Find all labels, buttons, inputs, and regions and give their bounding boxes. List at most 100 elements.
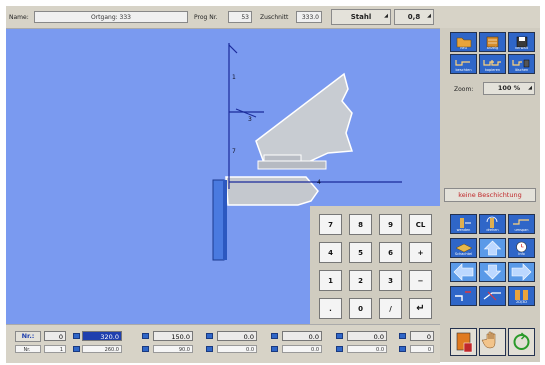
- thickness-value: 0,8: [407, 13, 421, 21]
- report-icon: [456, 332, 473, 353]
- copy-button[interactable]: kopieren: [479, 54, 506, 74]
- show-button[interactable]: anzeig: [479, 32, 506, 52]
- dimension-tick: [228, 44, 238, 54]
- bottom-values-bar: Nr.: 0 Nr. 1 320.0 260.0 150.0 90.0 0.0 …: [6, 324, 440, 363]
- right-button[interactable]: [508, 262, 535, 282]
- box-button[interactable]: Schachtel: [450, 238, 477, 258]
- value-2-sub: 90.0: [153, 345, 193, 353]
- arrow-left-icon: [453, 263, 474, 281]
- box-button-label: Schachtel: [454, 252, 473, 256]
- app-window: Name: Ortgang: 333 Prog Nr. 53 Zuschnitt…: [6, 6, 540, 363]
- dropdown-corner-icon: ◢: [384, 13, 388, 19]
- zoom-select[interactable]: 100 % ◢: [483, 82, 535, 95]
- param-icon: [206, 333, 213, 339]
- cycle-icon: [513, 332, 530, 350]
- arrow-down-icon: [483, 264, 502, 280]
- coating-button[interactable]: keine Beschichtung: [444, 188, 536, 202]
- value-3-field[interactable]: 0.0: [217, 331, 257, 341]
- numeric-keypad: 7 8 9 CL 4 5 6 + 1 2 3 − . 0 / ↵: [310, 206, 440, 330]
- copy-button-label: kopieren: [484, 68, 501, 72]
- key-plus[interactable]: +: [409, 242, 432, 263]
- nr2-field[interactable]: 1: [44, 345, 66, 353]
- dim-label-4: 4: [317, 179, 321, 186]
- profile-flange: [257, 160, 327, 170]
- profile-base: [225, 176, 319, 206]
- new-button-label: neu: [460, 46, 467, 50]
- profile-edit-button[interactable]: beschten: [450, 54, 477, 74]
- value-4-field[interactable]: 0.0: [282, 331, 322, 341]
- manage-button[interactable]: verwalt: [508, 32, 535, 52]
- key-enter[interactable]: ↵: [409, 298, 432, 319]
- key-clear[interactable]: CL: [409, 214, 432, 235]
- nr-button[interactable]: Nr.:: [15, 331, 41, 342]
- param-icon: [399, 346, 406, 352]
- key-3[interactable]: 3: [379, 270, 402, 291]
- thickness-select[interactable]: 0,8 ◢: [394, 9, 434, 25]
- hand-stop-icon: [481, 331, 496, 349]
- dim-label-7: 7: [232, 148, 236, 155]
- key-6[interactable]: 6: [379, 242, 402, 263]
- dropdown-corner-icon: ◢: [528, 85, 532, 91]
- value-1-field[interactable]: 320.0: [82, 331, 122, 341]
- report-button[interactable]: [450, 328, 477, 356]
- zuschnitt-label: Zuschnitt: [260, 14, 289, 21]
- key-2[interactable]: 2: [349, 270, 372, 291]
- zuschnitt-field[interactable]: 333.0: [296, 11, 322, 23]
- rotate-button-label: drehen: [486, 228, 499, 232]
- left-button[interactable]: [450, 262, 477, 282]
- value-5-field[interactable]: 0.0: [347, 331, 387, 341]
- key-7[interactable]: 7: [319, 214, 342, 235]
- reclamp-button[interactable]: umspan: [508, 214, 535, 234]
- delete-button[interactable]: löschen: [508, 54, 535, 74]
- material-select[interactable]: Stahl ◢: [331, 9, 391, 25]
- value-4-sub: 0.0: [282, 345, 322, 353]
- profile-upper-part: [255, 72, 354, 164]
- view-2d3d-button[interactable]: 2D/3D: [508, 286, 535, 306]
- nr-field[interactable]: 0: [44, 331, 66, 341]
- cut-button[interactable]: [479, 286, 506, 306]
- key-4[interactable]: 4: [319, 242, 342, 263]
- bend-button[interactable]: [450, 286, 477, 306]
- key-0[interactable]: 0: [349, 298, 372, 319]
- bend-icon: [455, 291, 471, 301]
- key-minus[interactable]: −: [409, 270, 432, 291]
- rotate-button[interactable]: drehen: [479, 214, 506, 234]
- key-slash[interactable]: /: [379, 298, 402, 319]
- prog-field[interactable]: 53: [228, 11, 252, 23]
- value-6-field[interactable]: 0: [410, 331, 434, 341]
- flip-button[interactable]: wenden: [450, 214, 477, 234]
- up-button[interactable]: [479, 238, 506, 258]
- top-bar: Name: Ortgang: 333 Prog Nr. 53 Zuschnitt…: [6, 6, 540, 29]
- key-dot[interactable]: .: [319, 298, 342, 319]
- down-button[interactable]: [479, 262, 506, 282]
- value-6-sub: 0: [410, 345, 434, 353]
- key-9[interactable]: 9: [379, 214, 402, 235]
- reclamp-button-label: umspan: [514, 228, 529, 232]
- info-button[interactable]: Info: [508, 238, 535, 258]
- param-icon: [271, 333, 278, 339]
- key-1[interactable]: 1: [319, 270, 342, 291]
- cycle-button[interactable]: [508, 328, 535, 356]
- info-button-label: Info: [518, 252, 525, 256]
- clamp-edge: [223, 180, 227, 260]
- arrow-up-icon: [483, 240, 502, 256]
- key-5[interactable]: 5: [349, 242, 372, 263]
- length-icon: [73, 333, 80, 339]
- arrow-right-icon: [511, 263, 532, 281]
- value-2-field[interactable]: 150.0: [153, 331, 193, 341]
- param-icon: [399, 333, 406, 339]
- key-8[interactable]: 8: [349, 214, 372, 235]
- name-field[interactable]: Ortgang: 333: [34, 11, 188, 23]
- right-panel: neu anzeig verwalt beschten kopieren lös…: [440, 28, 540, 362]
- dim-label-1: 1: [232, 74, 236, 81]
- hand-stop-button[interactable]: [479, 328, 506, 356]
- zoom-value: 100 %: [497, 84, 521, 92]
- new-button[interactable]: neu: [450, 32, 477, 52]
- show-button-label: anzeig: [486, 46, 499, 50]
- angle-icon: [142, 346, 149, 352]
- value-5-sub: 0.0: [347, 345, 387, 353]
- dropdown-corner-icon: ◢: [427, 13, 431, 19]
- delete-button-label: löschen: [514, 68, 529, 72]
- param-icon: [336, 346, 343, 352]
- dimension-arrow: [235, 108, 257, 118]
